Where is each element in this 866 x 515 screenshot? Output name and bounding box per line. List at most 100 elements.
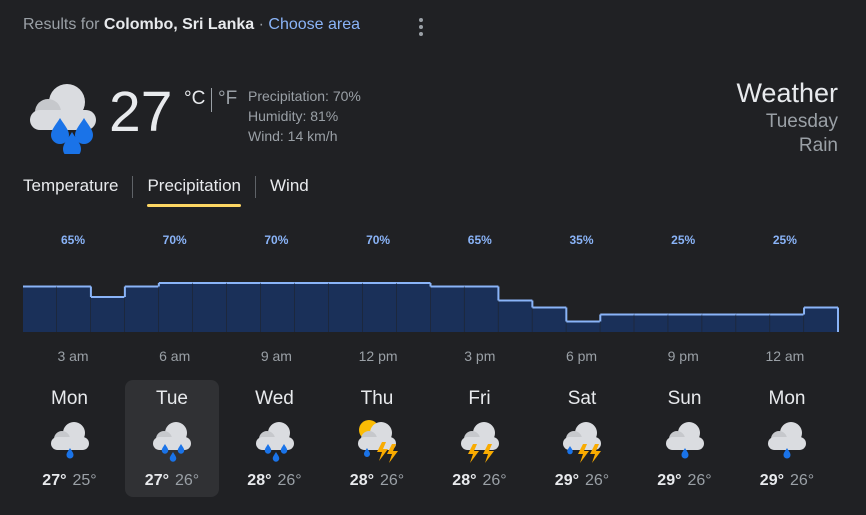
time-label: 6 am — [159, 348, 190, 364]
summary-day: Tuesday — [765, 111, 838, 132]
heavy-rain-cloud-icon — [153, 422, 191, 462]
chart-bar — [362, 283, 397, 332]
high-temp: 28° — [452, 472, 477, 489]
high-temp: 29° — [554, 472, 579, 489]
time-label: 3 am — [57, 348, 88, 364]
more-options-icon[interactable] — [413, 16, 429, 38]
forecast-temps: 29° 26° — [535, 472, 629, 490]
forecast-day[interactable]: Mon 27° 25° — [23, 380, 117, 497]
heavy-rain-cloud-icon — [255, 422, 294, 462]
precipitation-chart: 65% 70% 70% 70% 65% 35% 25% 25% 3 am 6 am 9 am 12 p… — [23, 233, 839, 364]
low-temp: 26° — [687, 472, 712, 489]
high-temp: 28° — [247, 472, 272, 489]
precipitation-detail: Precipitation: 70% — [248, 88, 361, 104]
precip-value-label: 70% — [163, 233, 187, 247]
rain-cloud-icon — [50, 422, 89, 459]
forecast-day-name: Sat — [567, 388, 597, 409]
chart-bar — [23, 286, 57, 332]
forecast-day[interactable]: Thu 28° 26° — [330, 380, 424, 497]
forecast-temps: 28° 26° — [330, 472, 424, 490]
current-temperature: 27 — [109, 80, 173, 144]
results-header: Results for Colombo, Sri Lanka · Choose … — [23, 16, 360, 34]
forecast-day[interactable]: Fri 28° 26° — [433, 380, 527, 497]
chart-bar — [396, 283, 431, 332]
chart-bar — [736, 314, 771, 332]
low-temp: 26° — [175, 472, 200, 489]
tab-wind[interactable]: Wind — [270, 176, 309, 207]
summary-condition: Rain — [798, 135, 838, 156]
time-label: 12 am — [765, 348, 804, 364]
forecast-day-name: Tue — [155, 388, 189, 409]
chart-bar — [158, 283, 193, 332]
chart-bar — [124, 286, 159, 332]
time-label: 9 pm — [668, 348, 699, 364]
time-label: 12 pm — [359, 348, 398, 364]
chart-bar — [464, 286, 499, 332]
weather-summary: Weather Tuesday Rain — [736, 76, 838, 158]
rain-cloud-icon — [30, 84, 96, 154]
chart-bar — [804, 307, 838, 332]
precip-value-label: 70% — [366, 233, 390, 247]
high-temp: 29° — [657, 472, 682, 489]
chart-bar — [56, 286, 91, 332]
chart-bar — [260, 283, 295, 332]
forecast-temps: 27° 26° — [125, 472, 219, 490]
separator: · — [258, 16, 264, 33]
forecast-temps: 28° 26° — [433, 472, 527, 490]
precip-value-label: 65% — [61, 233, 85, 247]
low-temp: 26° — [482, 472, 507, 489]
precip-value-label: 25% — [671, 233, 695, 247]
forecast-day-name: Fri — [468, 388, 491, 409]
chart-bar — [770, 314, 805, 332]
forecast-temps: 29° 26° — [638, 472, 732, 490]
forecast-day[interactable]: Sat 29° 26° — [535, 380, 629, 497]
fahrenheit-toggle[interactable]: °F — [218, 88, 237, 110]
forecast-day[interactable]: Mon 29° 26° — [740, 380, 834, 497]
results-prefix: Results for — [23, 16, 100, 33]
high-temp: 29° — [759, 472, 784, 489]
rain-cloud-icon — [665, 422, 704, 459]
precip-value-label: 70% — [264, 233, 288, 247]
tab-precipitation[interactable]: Precipitation — [147, 176, 241, 207]
low-temp: 26° — [790, 472, 815, 489]
chart-bar — [294, 283, 329, 332]
forecast-day-name: Mon — [768, 388, 806, 409]
high-temp: 27° — [42, 472, 67, 489]
time-label: 6 pm — [566, 348, 597, 364]
tab-temperature[interactable]: Temperature — [23, 176, 118, 207]
choose-area-link[interactable]: Choose area — [268, 16, 360, 33]
forecast-day-name: Wed — [255, 388, 294, 409]
thunderstorm-rain-icon — [563, 422, 601, 463]
chart-bar — [90, 297, 125, 332]
forecast-day[interactable]: Tue 27° 26° — [125, 380, 219, 497]
forecast-day[interactable]: Wed 28° 26° — [228, 380, 322, 497]
forecast-day-name: Thu — [360, 388, 394, 409]
sun-thunderstorm-icon — [358, 420, 398, 463]
forecast-day-name: Sun — [667, 388, 702, 409]
forecast-day-name: Mon — [51, 388, 88, 409]
celsius-toggle[interactable]: °C — [184, 88, 205, 110]
chart-bar — [566, 321, 601, 332]
chart-bars — [23, 282, 839, 332]
precip-value-label: 25% — [773, 233, 797, 247]
low-temp: 26° — [585, 472, 610, 489]
chart-bar — [226, 283, 261, 332]
chart-bar — [430, 286, 465, 332]
chart-bar — [192, 283, 227, 332]
chart-bar — [532, 307, 567, 332]
unit-divider — [211, 88, 212, 112]
weather-title: Weather — [736, 78, 838, 108]
high-temp: 27° — [144, 472, 169, 489]
location-name: Colombo, Sri Lanka — [103, 16, 255, 33]
forecast-day[interactable]: Sun 29° 26° — [638, 380, 732, 497]
wind-detail: Wind: 14 km/h — [248, 128, 338, 144]
tab-divider — [255, 176, 256, 198]
thunderstorm-icon — [460, 422, 499, 463]
chart-bar — [634, 314, 669, 332]
tab-divider — [132, 176, 134, 198]
chart-bar — [498, 300, 533, 332]
precip-value-label: 65% — [468, 233, 492, 247]
low-temp: 26° — [277, 472, 302, 489]
forecast-temps: 27° 25° — [23, 472, 117, 490]
time-label: 3 pm — [464, 348, 495, 364]
